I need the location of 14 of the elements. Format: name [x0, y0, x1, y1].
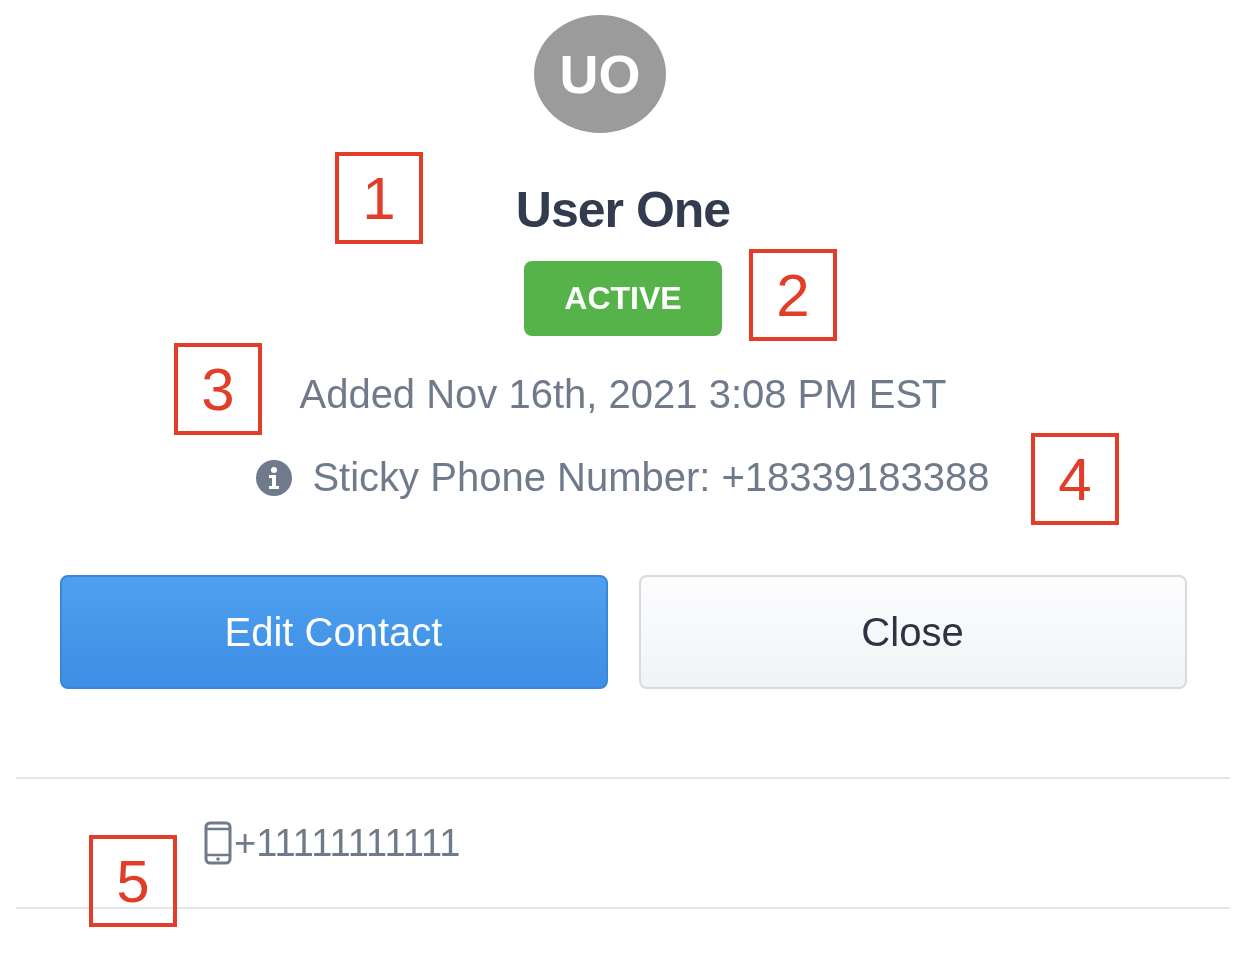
callout-number: 4 [1031, 433, 1119, 525]
status-badge: ACTIVE [524, 261, 722, 336]
avatar: UO [534, 15, 666, 133]
added-date: Added Nov 16th, 2021 3:08 PM EST [299, 372, 947, 417]
callout-number: 2 [749, 249, 837, 341]
close-button[interactable]: Close [638, 575, 1187, 689]
sticky-phone-number: Sticky Phone Number: +18339183388 [312, 455, 990, 500]
mobile-phone-icon [204, 821, 232, 865]
callout-number: 3 [174, 343, 262, 435]
phone-number: +11111111111 [234, 821, 461, 865]
info-icon [256, 459, 293, 496]
contact-name: User One [515, 181, 731, 239]
callout-number: 5 [89, 835, 177, 927]
callout-number: 1 [335, 152, 423, 244]
